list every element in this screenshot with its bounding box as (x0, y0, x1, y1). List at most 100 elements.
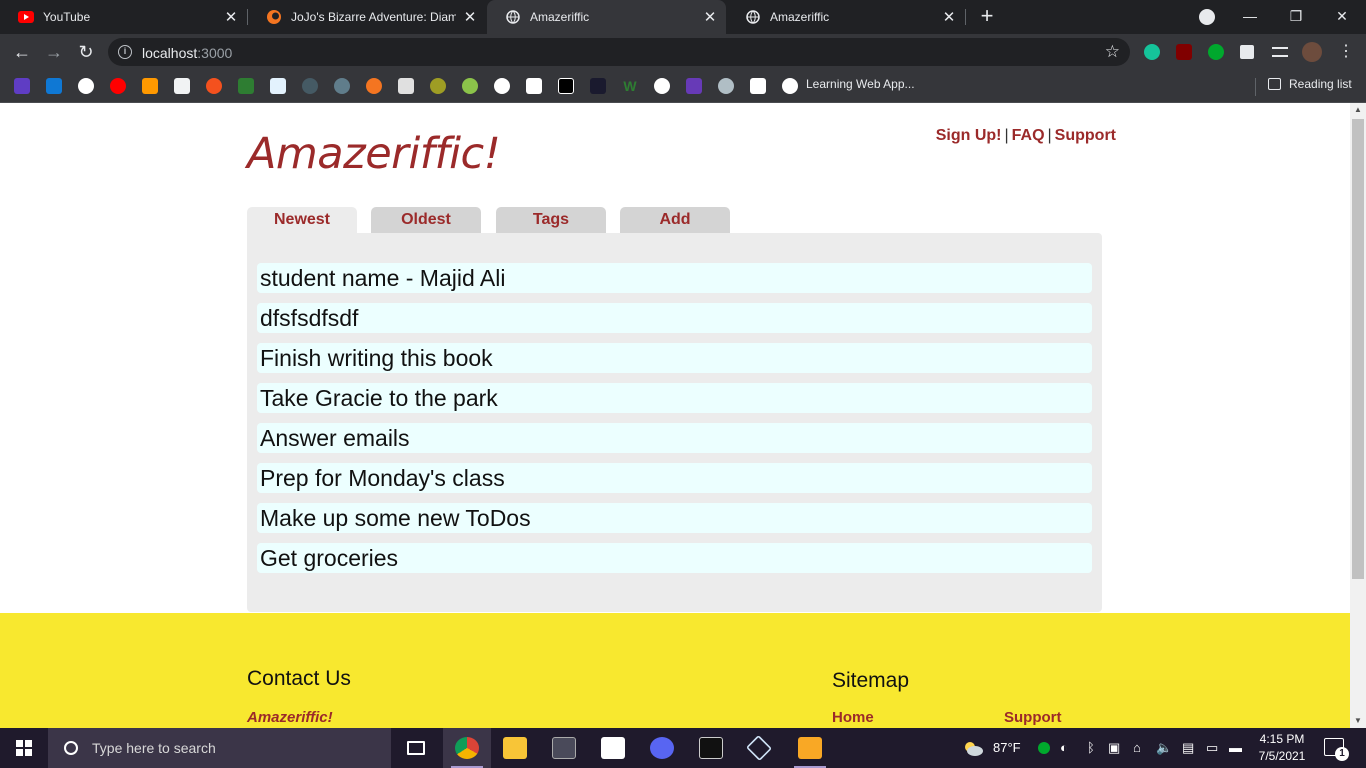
tab-add[interactable]: Add (620, 207, 730, 233)
bookmark-r-icon[interactable] (558, 78, 574, 94)
bookmark-reader-icon[interactable] (398, 78, 414, 94)
bluetooth-icon[interactable]: ᛒ (1087, 740, 1095, 755)
tab-newest[interactable]: Newest (247, 207, 357, 235)
bookmark-circle-icon[interactable] (302, 78, 318, 94)
discord-tray-icon[interactable]: ◐ (1060, 740, 1068, 755)
bookmark-star-icon[interactable]: ☆ (1105, 42, 1120, 62)
taskbar-paint[interactable] (786, 728, 834, 768)
faq-link[interactable]: FAQ (1012, 127, 1045, 144)
page-scrollbar[interactable]: ▲ ▼ (1350, 103, 1366, 728)
notification-center-icon[interactable]: 1 (1324, 738, 1349, 761)
reading-list-button[interactable]: Reading list (1268, 77, 1352, 91)
reading-list-label: Reading list (1289, 77, 1352, 91)
close-tab-icon[interactable]: ✕ (462, 8, 478, 26)
tab-oldest[interactable]: Oldest (371, 207, 481, 233)
bookmark-dots-icon[interactable] (334, 78, 350, 94)
extensions-puzzle-icon[interactable] (1240, 45, 1254, 59)
volume-icon[interactable]: 🔈 (1156, 740, 1172, 756)
todo-list-panel: student name - Majid Ali dfsfsdfsdf Fini… (247, 233, 1102, 612)
forward-icon[interactable]: → (42, 40, 66, 64)
task-view-button[interactable] (392, 728, 440, 768)
menu-kebab-icon[interactable]: ⋮ (1334, 40, 1358, 64)
bookmark-red-icon[interactable] (750, 78, 766, 94)
teams-tray-icon[interactable]: ▣ (1108, 740, 1120, 756)
close-window-button[interactable]: ✕ (1319, 0, 1365, 32)
sitemap-home-link[interactable]: Home (832, 709, 874, 726)
taskbar-chrome[interactable] (443, 728, 491, 768)
bookmark-bolt-icon[interactable] (686, 78, 702, 94)
weather-temperature[interactable]: 87°F (993, 740, 1021, 755)
google-bookmark-icon[interactable] (78, 78, 94, 94)
tab-tags[interactable]: Tags (496, 207, 606, 233)
close-tab-icon[interactable]: ✕ (941, 8, 957, 26)
sitemap-support-link[interactable]: Support (1004, 709, 1062, 726)
taskbar-store[interactable] (589, 728, 637, 768)
new-tab-button[interactable]: + (976, 5, 998, 27)
taskbar-terminal[interactable] (687, 728, 735, 768)
reload-icon[interactable]: ↻ (74, 40, 98, 64)
globe-bookmark-icon[interactable] (494, 78, 510, 94)
site-info-icon[interactable]: i (118, 45, 132, 59)
support-link[interactable]: Support (1055, 127, 1116, 144)
site-footer: Contact Us Amazeriffic! Sitemap Home Sup… (0, 613, 1350, 728)
bookmark-w-icon[interactable]: W (622, 78, 638, 94)
todo-item: Get groceries (257, 543, 1092, 573)
bookmark-learning-web-app[interactable]: Learning Web App... (806, 77, 915, 91)
grammarly-extension-icon[interactable] (1144, 44, 1160, 60)
amazon-bookmark-icon[interactable] (142, 78, 158, 94)
signup-link[interactable]: Sign Up! (936, 127, 1002, 144)
youtube-bookmark-icon[interactable] (110, 78, 126, 94)
link-separator: | (1047, 127, 1052, 144)
browser-tab-youtube[interactable]: YouTube ✕ (0, 0, 247, 34)
taskbar-virtualbox[interactable] (735, 728, 783, 768)
bookmark-chart-icon[interactable] (270, 78, 286, 94)
address-bar[interactable]: i localhost:3000 ☆ (108, 38, 1130, 66)
profile-avatar[interactable] (1302, 42, 1322, 62)
taskbar-discord[interactable] (638, 728, 686, 768)
close-tab-icon[interactable]: ✕ (702, 8, 718, 26)
browser-tab-jojo[interactable]: JoJo's Bizarre Adventure: Diamond ✕ (248, 0, 486, 34)
media-control-icon[interactable] (1272, 47, 1288, 57)
scroll-up-arrow-icon[interactable]: ▲ (1350, 103, 1366, 117)
bookmark-swirl-icon[interactable] (718, 78, 734, 94)
outlook-bookmark-icon[interactable] (46, 78, 62, 94)
github-bookmark-icon[interactable] (654, 78, 670, 94)
tab-search-icon[interactable] (1199, 9, 1215, 25)
todo-item: student name - Majid Ali (257, 263, 1092, 293)
url-text[interactable]: localhost:3000 (142, 45, 232, 61)
keyboard-icon[interactable]: ▤ (1182, 740, 1194, 756)
notion-bookmark-icon[interactable] (526, 78, 542, 94)
store-icon (601, 737, 625, 759)
display-icon[interactable]: ▭ (1206, 740, 1218, 756)
drive-bookmark-icon[interactable] (174, 78, 190, 94)
evernote-tray-icon[interactable] (1038, 742, 1050, 754)
network-icon[interactable]: ⌂ (1133, 740, 1141, 755)
system-clock[interactable]: 4:15 PM 7/5/2021 (1254, 731, 1310, 765)
browser-tab-amazeriffic[interactable]: Amazeriffic ✕ (727, 0, 965, 34)
minimize-button[interactable]: — (1227, 0, 1273, 32)
taskbar-search-box[interactable]: Type here to search (48, 728, 391, 768)
back-icon[interactable]: ← (10, 40, 34, 64)
ublock-extension-icon[interactable] (1176, 44, 1192, 60)
close-tab-icon[interactable]: ✕ (223, 8, 239, 26)
crunchyroll-bookmark-icon[interactable] (366, 78, 382, 94)
bookmark-lime-icon[interactable] (462, 78, 478, 94)
tab-title: Amazeriffic (530, 10, 590, 24)
start-button[interactable] (0, 728, 48, 768)
scroll-down-arrow-icon[interactable]: ▼ (1350, 714, 1366, 728)
globe-bookmark-icon[interactable] (782, 78, 798, 94)
evernote-extension-icon[interactable] (1208, 44, 1224, 60)
bookmark-turtle-icon[interactable] (430, 78, 446, 94)
weather-icon[interactable] (962, 740, 984, 759)
scrollbar-thumb[interactable] (1352, 119, 1364, 579)
bookmark-green-icon[interactable] (238, 78, 254, 94)
taskbar-file-explorer[interactable] (491, 728, 539, 768)
yahoo-mail-bookmark-icon[interactable] (14, 78, 30, 94)
browser-tab-amazeriffic-active[interactable]: Amazeriffic ✕ (487, 0, 726, 34)
battery-icon[interactable]: ▬ (1229, 740, 1242, 755)
restore-button[interactable]: ❐ (1273, 0, 1319, 32)
todo-item: Finish writing this book (257, 343, 1092, 373)
bookmark-lambda-icon[interactable] (590, 78, 606, 94)
taskbar-calculator[interactable] (540, 728, 588, 768)
bookmark-orange-icon[interactable] (206, 78, 222, 94)
